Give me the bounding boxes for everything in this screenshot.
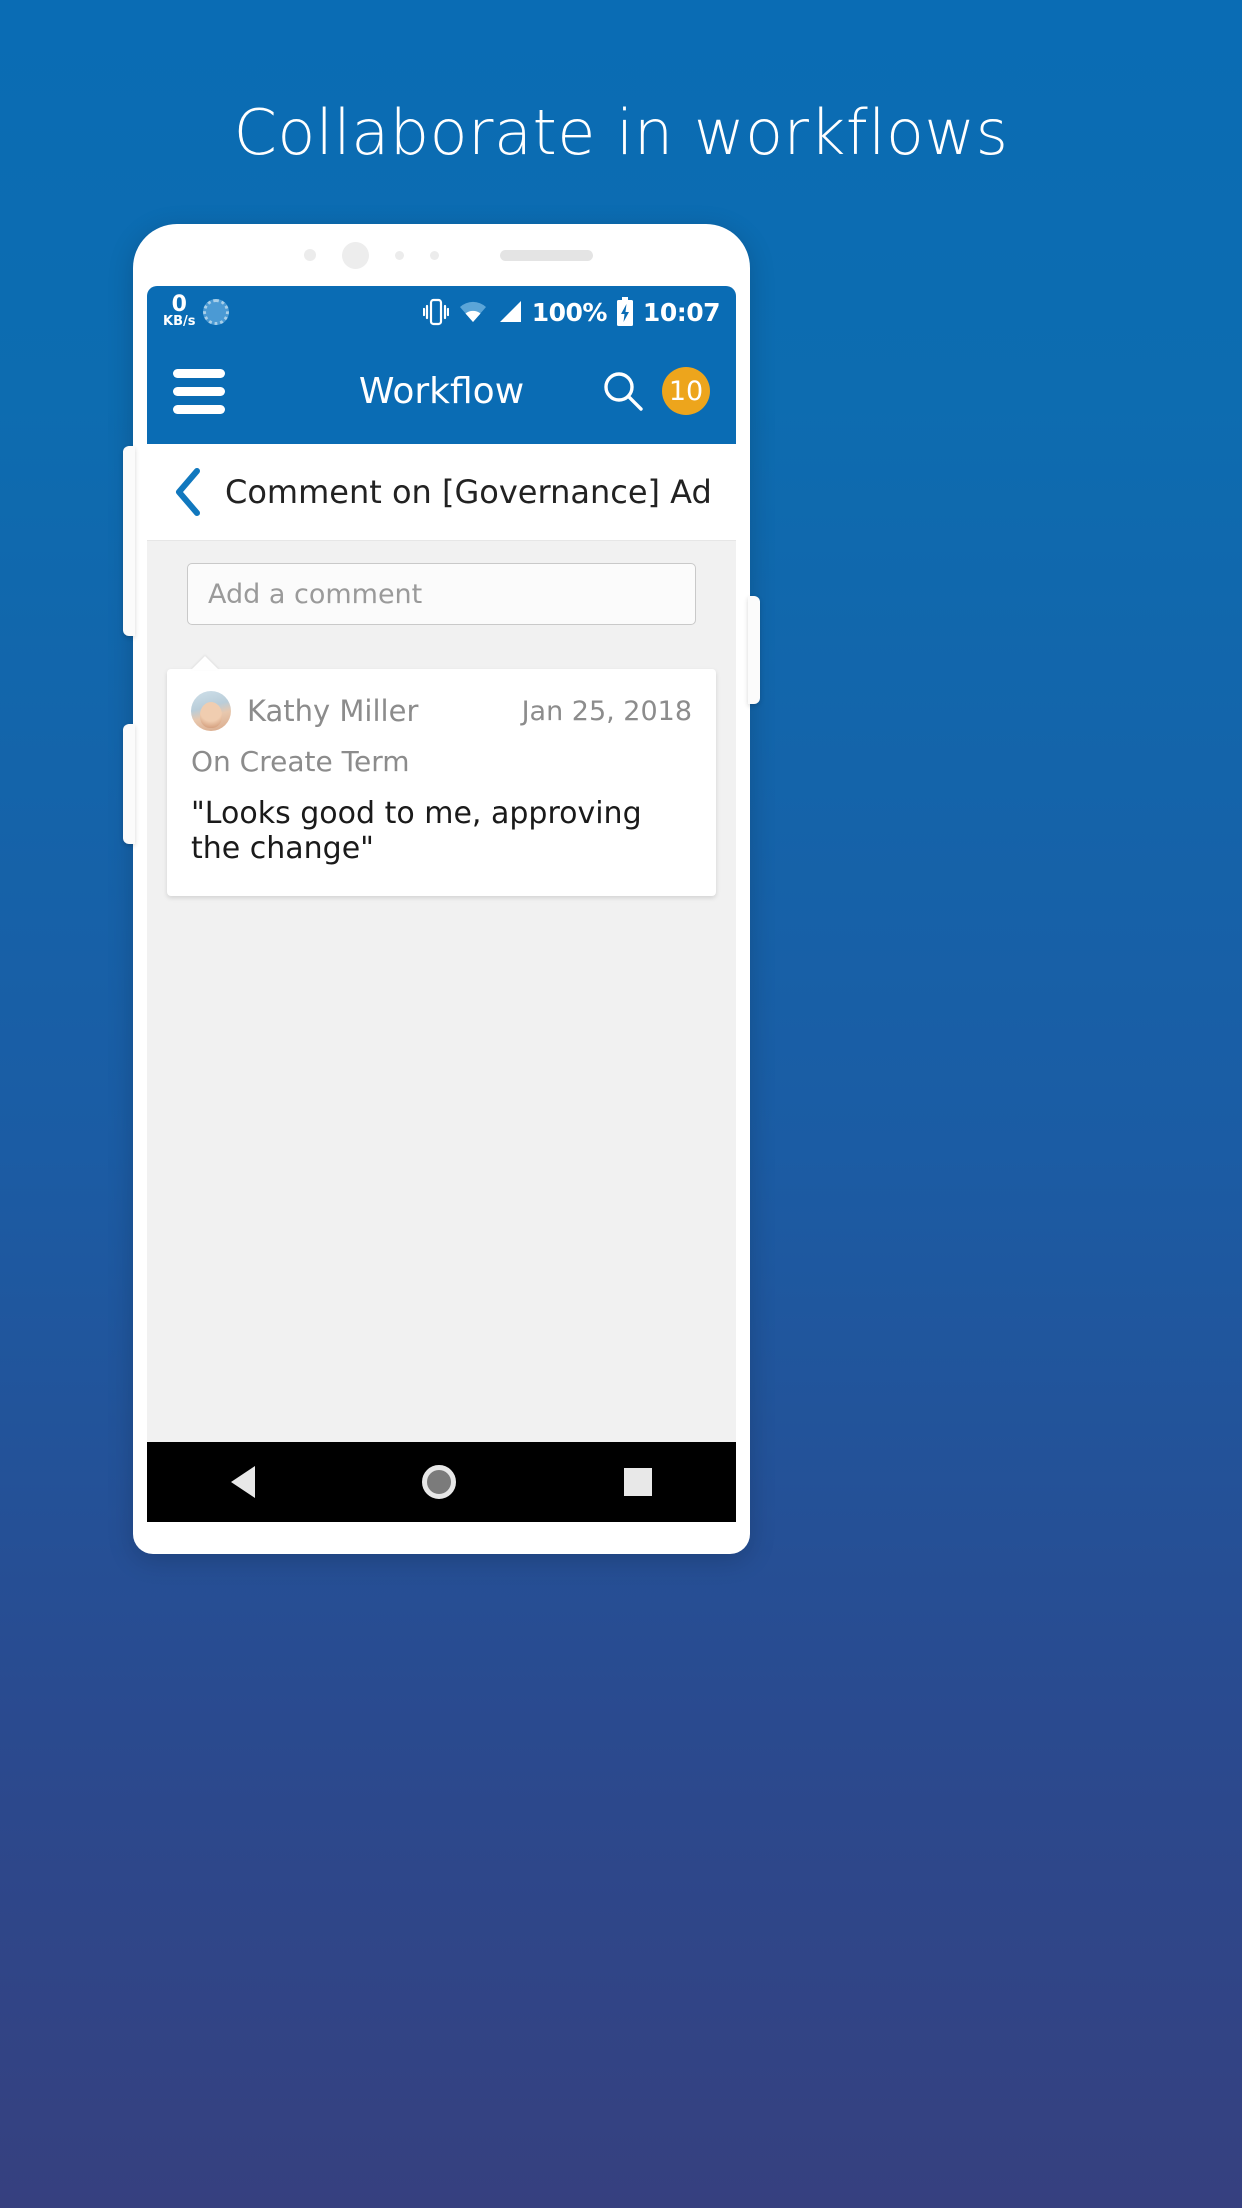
clock-label: 10:07 (642, 297, 721, 327)
app-bar: Workflow 10 (147, 338, 736, 444)
content-area: Kathy Miller Jan 25, 2018 On Create Term… (147, 541, 736, 1442)
nav-back-icon[interactable] (230, 1466, 255, 1498)
card-pointer-arrow (191, 656, 219, 670)
sub-header-title: Comment on [Governance] Add a ... (225, 473, 710, 511)
wifi-icon (459, 301, 486, 322)
battery-percent-label: 100% (531, 297, 608, 327)
hamburger-menu-icon[interactable] (173, 368, 225, 414)
chevron-left-icon[interactable] (173, 467, 203, 517)
status-bar: 0 KB/s 100% 10:07 (147, 286, 736, 338)
comment-card: Kathy Miller Jan 25, 2018 On Create Term… (167, 669, 716, 896)
phone-sensor-row (133, 224, 750, 286)
sensor-dot-icon (394, 250, 404, 260)
nav-home-icon[interactable] (422, 1465, 457, 1499)
notification-badge-count: 10 (668, 375, 704, 407)
comment-text: "Looks good to me, approving the change" (191, 796, 642, 866)
add-comment-input[interactable] (208, 578, 675, 610)
avatar (191, 691, 231, 731)
sub-header: Comment on [Governance] Add a ... (147, 444, 736, 541)
page-title: Collaborate in workflows (233, 96, 1009, 169)
phone-device-frame: 0 KB/s 100% 10:07 Workflow 10 Comment on… (123, 224, 760, 1554)
search-icon[interactable] (600, 368, 646, 414)
comment-date: Jan 25, 2018 (521, 695, 692, 727)
phone-screen: 0 KB/s 100% 10:07 Workflow 10 Comment on… (147, 286, 736, 1522)
sensor-dot-icon (429, 250, 439, 260)
comment-context: On Create Term (191, 745, 410, 778)
hamburger-bar (173, 386, 225, 396)
network-speed-unit: KB/s (163, 314, 196, 330)
vibrate-icon (422, 298, 449, 326)
android-navigation-bar (147, 1442, 736, 1522)
sync-icon (203, 299, 230, 325)
nav-recents-icon[interactable] (624, 1468, 653, 1496)
hamburger-bar (173, 368, 225, 378)
app-bar-actions: 10 (600, 367, 710, 415)
power-button[interactable] (748, 596, 760, 704)
comment-header: Kathy Miller Jan 25, 2018 (191, 691, 692, 731)
comment-author: Kathy Miller (247, 694, 419, 728)
volume-down-button[interactable] (123, 724, 135, 844)
sensor-dot-icon (303, 249, 316, 261)
network-speed-value: 0 (171, 292, 187, 318)
status-bar-right: 100% 10:07 (422, 297, 721, 327)
hamburger-bar (173, 404, 225, 414)
signal-icon (499, 301, 521, 322)
network-speed-indicator: 0 KB/s (163, 292, 196, 330)
volume-up-button[interactable] (123, 446, 135, 636)
comment-card-wrapper: Kathy Miller Jan 25, 2018 On Create Term… (167, 656, 716, 896)
notification-badge[interactable]: 10 (662, 367, 710, 415)
front-camera-icon (341, 241, 369, 269)
add-comment-field[interactable] (187, 563, 696, 625)
earpiece-speaker (499, 249, 593, 261)
battery-charging-icon (616, 297, 633, 326)
